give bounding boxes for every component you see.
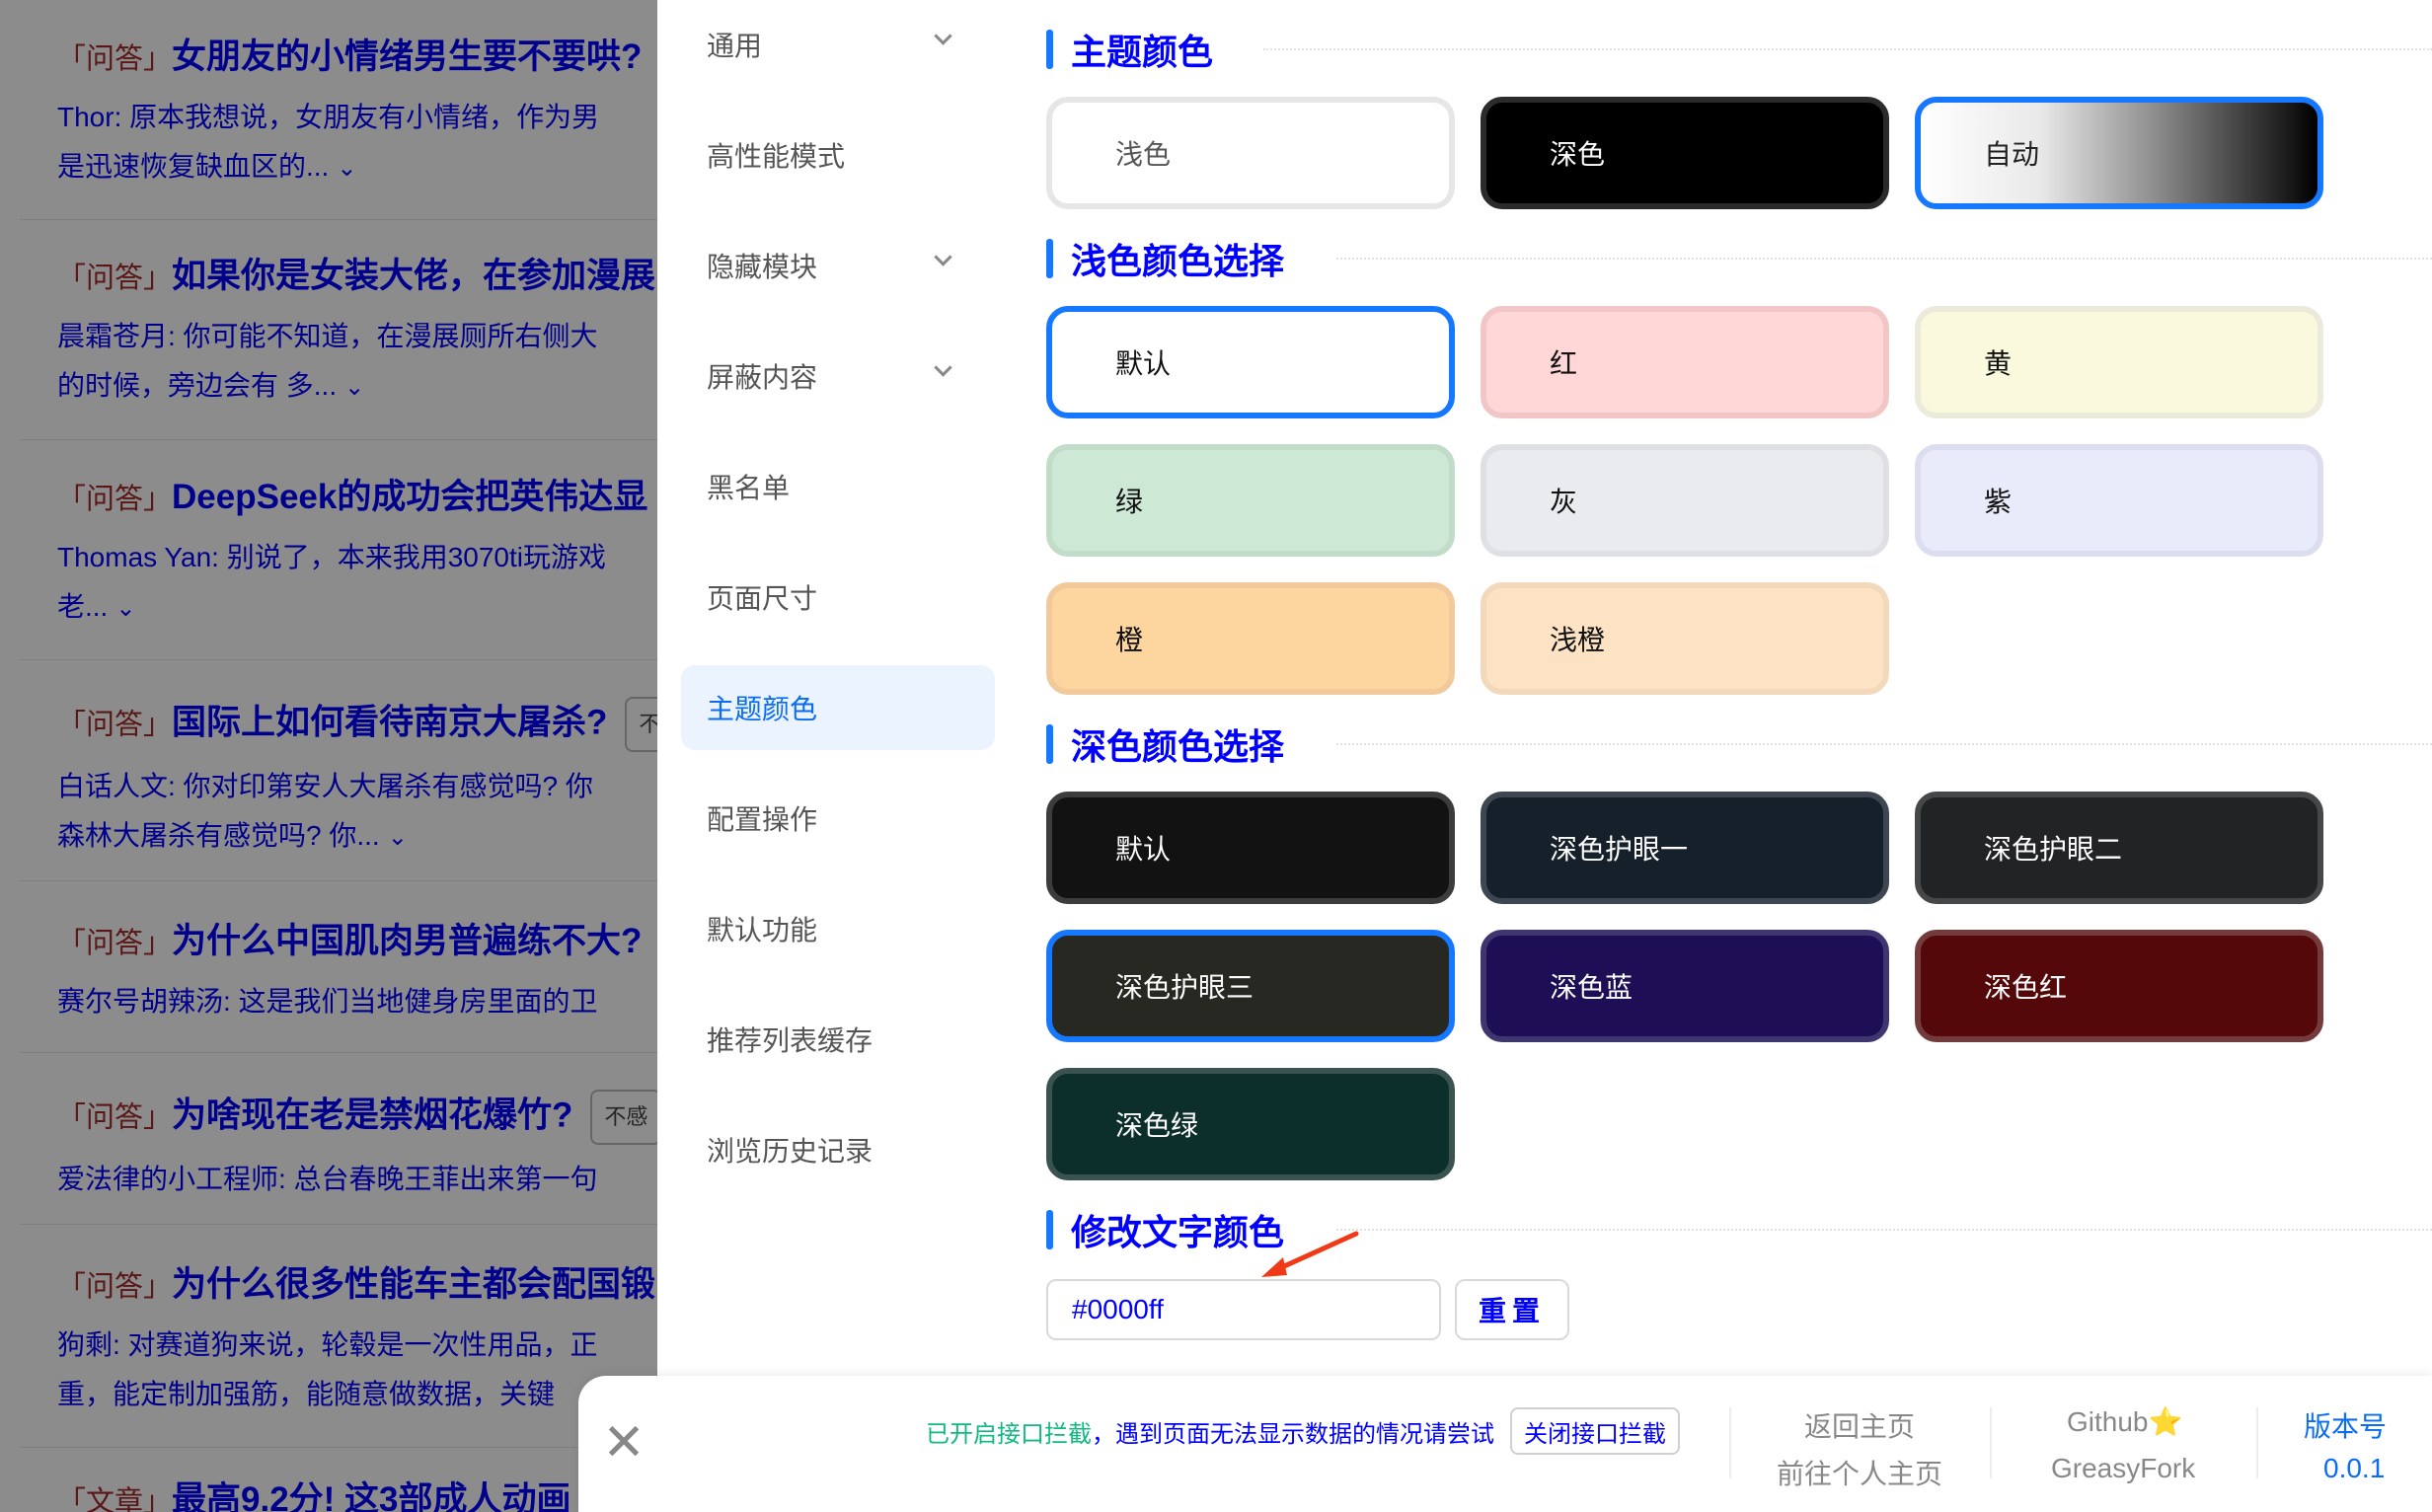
divider <box>1729 1407 1731 1478</box>
light-option-default[interactable]: 默认 <box>1046 306 1455 418</box>
section-title-text: 修改文字颜色 <box>1071 1212 1285 1252</box>
light-option-yellow[interactable]: 黄 <box>1915 306 2323 418</box>
option-label: 自动 <box>1984 139 2040 170</box>
menu-item-list-cache[interactable]: 推荐列表缓存 <box>681 997 995 1082</box>
section-title-text: 浅色颜色选择 <box>1071 241 1285 281</box>
menu-item-label: 通用 <box>707 31 763 61</box>
option-label: 绿 <box>1115 487 1144 517</box>
settings-menu: 通用 高性能模式 隐藏模块 屏蔽内容 黑名单 页面尺寸 主题颜色 配置操作 默认… <box>657 0 1007 1376</box>
option-label: 深色绿 <box>1115 1110 1199 1141</box>
option-label: 红 <box>1550 348 1578 379</box>
home-link[interactable]: 返回主页 <box>1804 1405 1915 1445</box>
dark-option-default[interactable]: 默认 <box>1046 792 1455 904</box>
light-option-orange[interactable]: 橙 <box>1046 582 1455 695</box>
menu-item-label: 推荐列表缓存 <box>707 1025 874 1056</box>
chevron-down-icon <box>934 27 952 45</box>
light-option-green[interactable]: 绿 <box>1046 444 1455 557</box>
divider <box>1336 258 2432 260</box>
section-marker <box>1046 239 1053 278</box>
light-option-light-orange[interactable]: 浅橙 <box>1481 582 1889 695</box>
divider <box>1263 48 2432 50</box>
menu-item-label: 高性能模式 <box>707 141 846 172</box>
menu-item-defaults[interactable]: 默认功能 <box>681 886 995 971</box>
theme-option-auto[interactable]: 自动 <box>1915 97 2323 209</box>
light-option-purple[interactable]: 紫 <box>1915 444 2323 557</box>
option-label: 深色蓝 <box>1550 972 1634 1003</box>
dark-option-eye-care-1[interactable]: 深色护眼一 <box>1481 792 1889 904</box>
menu-item-label: 页面尺寸 <box>707 583 818 614</box>
menu-item-blacklist[interactable]: 黑名单 <box>681 444 995 529</box>
screen-root: 「问答」女朋友的小情绪男生要不要哄? Thor: 原本我想说，女朋友有小情绪，作… <box>0 0 2432 1512</box>
annotation-arrow-icon <box>1261 1231 1359 1277</box>
menu-item-page-size[interactable]: 页面尺寸 <box>681 555 995 640</box>
option-label: 紫 <box>1984 487 2013 517</box>
section-marker <box>1046 1210 1053 1249</box>
disable-intercept-button[interactable]: 关闭接口拦截 <box>1510 1407 1680 1455</box>
footer-bar: ✕ 已开启接口拦截 ，遇到页面无法显示数据的情况请尝试 关闭接口拦截 返回主页 前… <box>578 1376 2432 1512</box>
section-title-theme: 主题颜色 <box>1046 28 1213 72</box>
option-label: 橙 <box>1115 625 1144 655</box>
close-icon[interactable]: ✕ <box>596 1415 651 1471</box>
divider <box>2256 1407 2258 1478</box>
section-marker <box>1046 30 1053 69</box>
section-marker <box>1046 724 1053 764</box>
greasyfork-link[interactable]: GreasyFork <box>2051 1453 2195 1484</box>
notice-hint: ，遇到页面无法显示数据的情况请尝试 <box>1092 1420 1494 1448</box>
menu-item-performance[interactable]: 高性能模式 <box>681 113 995 197</box>
menu-item-label: 默认功能 <box>707 915 818 945</box>
option-label: 默认 <box>1115 348 1172 379</box>
light-option-red[interactable]: 红 <box>1481 306 1889 418</box>
section-title-dark: 深色颜色选择 <box>1046 722 1284 767</box>
settings-modal: 通用 高性能模式 隐藏模块 屏蔽内容 黑名单 页面尺寸 主题颜色 配置操作 默认… <box>657 0 2432 1376</box>
divider <box>1336 743 2432 745</box>
menu-item-label: 配置操作 <box>707 804 818 835</box>
version-label: 版本号 <box>2304 1411 2388 1442</box>
dark-option-red[interactable]: 深色红 <box>1915 930 2323 1042</box>
chevron-down-icon <box>934 248 952 266</box>
settings-content: 主题颜色 浅色 深色 自动 浅色颜色选择 默认 红 黄 绿 灰 紫 橙 浅橙 深… <box>1007 0 2432 1376</box>
option-label: 深色护眼三 <box>1115 972 1254 1003</box>
menu-item-history[interactable]: 浏览历史记录 <box>681 1107 995 1192</box>
github-link[interactable]: Github⭐ <box>2067 1405 2182 1438</box>
menu-item-label: 隐藏模块 <box>707 252 818 282</box>
divider <box>1990 1407 1992 1478</box>
menu-item-theme-color[interactable]: 主题颜色 <box>681 665 995 750</box>
menu-item-label: 屏蔽内容 <box>707 362 818 393</box>
intercept-notice: 已开启接口拦截 ，遇到页面无法显示数据的情况请尝试 关闭接口拦截 <box>926 1407 1680 1455</box>
text-color-input[interactable] <box>1046 1279 1441 1340</box>
profile-link[interactable]: 前往个人主页 <box>1777 1453 1942 1492</box>
menu-item-config[interactable]: 配置操作 <box>681 776 995 861</box>
menu-item-hide-modules[interactable]: 隐藏模块 <box>681 223 995 308</box>
menu-item-label: 浏览历史记录 <box>707 1136 874 1167</box>
divider <box>1336 1229 2432 1231</box>
option-label: 黄 <box>1984 348 2013 379</box>
menu-item-label: 主题颜色 <box>707 694 818 724</box>
menu-item-block-content[interactable]: 屏蔽内容 <box>681 334 995 418</box>
option-label: 浅色 <box>1115 139 1172 170</box>
chevron-down-icon <box>934 358 952 377</box>
section-title-text: 深色颜色选择 <box>1071 726 1285 767</box>
menu-item-general[interactable]: 通用 <box>681 2 995 87</box>
option-label: 深色护眼一 <box>1550 834 1689 865</box>
dark-option-green[interactable]: 深色绿 <box>1046 1068 1455 1180</box>
section-title-text: 主题颜色 <box>1071 32 1214 72</box>
option-label: 深色 <box>1550 139 1606 170</box>
section-title-text-color: 修改文字颜色 <box>1046 1208 1284 1252</box>
option-label: 深色护眼二 <box>1984 834 2123 865</box>
section-title-light: 浅色颜色选择 <box>1046 237 1284 281</box>
theme-option-dark[interactable]: 深色 <box>1481 97 1889 209</box>
version-number: 0.0.1 <box>2323 1453 2386 1483</box>
reset-button[interactable]: 重置 <box>1455 1279 1569 1340</box>
option-label: 浅橙 <box>1550 625 1606 655</box>
theme-option-light[interactable]: 浅色 <box>1046 97 1455 209</box>
dark-option-blue[interactable]: 深色蓝 <box>1481 930 1889 1042</box>
dark-option-eye-care-3[interactable]: 深色护眼三 <box>1046 930 1455 1042</box>
option-label: 灰 <box>1550 487 1578 517</box>
option-label: 深色红 <box>1984 972 2068 1003</box>
dark-option-eye-care-2[interactable]: 深色护眼二 <box>1915 792 2323 904</box>
notice-status: 已开启接口拦截 <box>926 1420 1092 1448</box>
option-label: 默认 <box>1115 834 1172 865</box>
menu-item-label: 黑名单 <box>707 473 791 503</box>
light-option-gray[interactable]: 灰 <box>1481 444 1889 557</box>
